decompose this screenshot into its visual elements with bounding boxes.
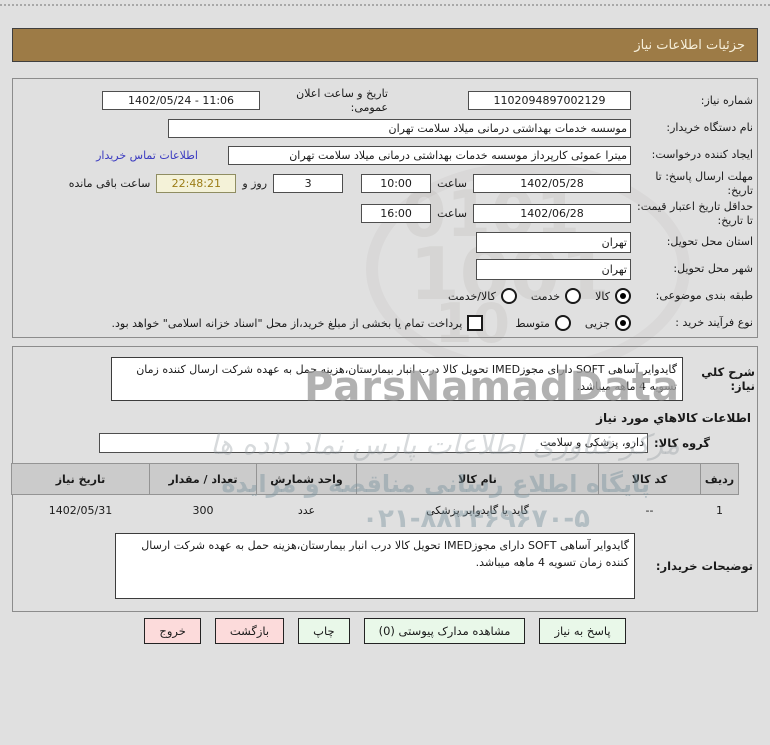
need-description-row: شرح کلي نياز: گایدوایر آساهی SOFT دارای … bbox=[15, 357, 755, 401]
view-attachments-button[interactable]: مشاهده مدارک پیوستی (0) bbox=[363, 618, 526, 644]
radio-goods[interactable] bbox=[615, 288, 631, 304]
validity-date-field[interactable]: 1402/06/28 bbox=[473, 204, 631, 223]
goods-group-field[interactable]: دارو، پزشکی و سلامت bbox=[99, 433, 648, 453]
countdown-timer: 22:48:21 bbox=[156, 174, 237, 193]
top-dotted-divider bbox=[0, 4, 770, 6]
cell-count-unit: عدد bbox=[297, 503, 316, 517]
response-deadline-row: مهلت ارسال پاسخ: تا تاریخ: 1402/05/28 سا… bbox=[17, 169, 753, 199]
radio-service-label: خدمت bbox=[530, 289, 561, 303]
delivery-province-label: استان محل تحویل: bbox=[666, 235, 753, 249]
treasury-checkbox-label: پرداخت تمام یا بخشی از مبلغ خرید،از محل … bbox=[111, 316, 463, 330]
delivery-city-row: شهر محل تحویل: تهران bbox=[17, 256, 753, 283]
radio-goods-service-label: کالا/خدمت bbox=[448, 289, 496, 303]
delivery-city-field[interactable]: تهران bbox=[476, 258, 631, 280]
radio-goods-service[interactable] bbox=[500, 288, 517, 304]
goods-section-title: اطلاعات كالاهاي مورد نياز bbox=[596, 411, 751, 425]
need-info-panel: شماره نیاز: 1102094897002129 تاریخ و ساع… bbox=[12, 78, 758, 338]
purchase-process-label: نوع فرآیند خرید : bbox=[675, 316, 753, 330]
col-header-name: نام کالا bbox=[356, 463, 599, 495]
col-header-date: تاریخ نیاز bbox=[11, 463, 150, 495]
goods-group-label: گروه کالا: bbox=[654, 436, 710, 450]
price-validity-label: حداقل تاریخ اعتبار قیمت: تا تاریخ: bbox=[637, 199, 753, 227]
buyer-notes-box[interactable]: گایدوایر آساهی SOFT دارای مجوزIMED تحویل… bbox=[115, 533, 635, 599]
cell-row-number: 1 bbox=[716, 503, 723, 517]
action-buttons: پاسخ به نیاز مشاهده مدارک پیوستی (0) چاپ… bbox=[12, 618, 758, 644]
deadline-date-field[interactable]: 1402/05/28 bbox=[473, 174, 631, 193]
back-button[interactable]: بازگشت bbox=[214, 618, 285, 644]
radio-minor[interactable] bbox=[615, 315, 631, 331]
goods-group-row: گروه کالا: دارو، پزشکی و سلامت bbox=[15, 433, 755, 453]
response-deadline-label: مهلت ارسال پاسخ: تا تاریخ: bbox=[655, 169, 753, 197]
radio-medium[interactable] bbox=[554, 315, 571, 331]
radio-minor-label: جزیی bbox=[584, 316, 610, 330]
cell-goods-code: -- bbox=[645, 503, 654, 517]
days-remaining-field: 3 bbox=[273, 174, 344, 193]
days-and-label: روز و bbox=[242, 177, 268, 190]
need-number-row: شماره نیاز: 1102094897002129 تاریخ و ساع… bbox=[17, 87, 753, 115]
respond-to-need-button[interactable]: پاسخ به نیاز bbox=[539, 618, 626, 644]
hour-label: ساعت bbox=[437, 177, 467, 190]
cell-goods-name: گاید یا گایدوایر پزشکی bbox=[426, 503, 529, 517]
goods-table-header: ردیف کد کالا نام کالا واحد شمارش تعداد /… bbox=[11, 463, 739, 495]
classification-row: طبقه بندی موضوعی: کالا خدمت کالا/خدمت bbox=[17, 283, 753, 310]
price-validity-row: حداقل تاریخ اعتبار قیمت: تا تاریخ: 1402/… bbox=[17, 199, 753, 229]
announce-datetime-field[interactable]: 1402/05/24 - 11:06 bbox=[102, 91, 260, 111]
buyer-notes-label: توضیحات خریدار: bbox=[655, 559, 753, 573]
page-title: جزئیات اطلاعات نیاز bbox=[12, 28, 758, 62]
exit-button[interactable]: خروج bbox=[144, 618, 201, 644]
col-header-unit: واحد شمارش bbox=[256, 463, 357, 495]
cell-need-date: 1402/05/31 bbox=[48, 503, 113, 517]
buyer-notes-row: توضیحات خریدار: گایدوایر آساهی SOFT دارا… bbox=[15, 533, 755, 599]
col-header-code: کد کالا bbox=[598, 463, 701, 495]
radio-medium-label: متوسط bbox=[515, 316, 550, 330]
goods-info-panel: شرح کلي نياز: گایدوایر آساهی SOFT دارای … bbox=[11, 346, 758, 612]
goods-table: ردیف کد کالا نام کالا واحد شمارش تعداد /… bbox=[11, 463, 739, 525]
need-number-label: شماره نیاز: bbox=[700, 93, 753, 107]
col-header-row: ردیف bbox=[700, 463, 739, 495]
need-description-label: شرح کلي نياز: bbox=[701, 365, 755, 393]
request-creator-label: ایجاد کننده درخواست: bbox=[651, 148, 753, 162]
validity-time-field[interactable]: 16:00 bbox=[361, 204, 432, 223]
deadline-time-field[interactable]: 10:00 bbox=[361, 174, 432, 193]
page-title-text: جزئیات اطلاعات نیاز bbox=[634, 37, 745, 53]
classification-label: طبقه بندی موضوعی: bbox=[655, 289, 753, 303]
hour-label: ساعت bbox=[437, 207, 467, 220]
radio-goods-label: کالا bbox=[595, 289, 610, 303]
delivery-province-row: استان محل تحویل: تهران bbox=[17, 229, 753, 256]
need-description-box[interactable]: گایدوایر آساهی SOFT دارای مجوزIMED تحویل… bbox=[111, 357, 683, 401]
request-creator-field[interactable]: میترا عموئی کارپرداز موسسه خدمات بهداشتی… bbox=[228, 145, 631, 165]
radio-service[interactable] bbox=[565, 288, 582, 304]
time-remaining-label: ساعت باقی مانده bbox=[68, 177, 151, 190]
buyer-org-field[interactable]: موسسه خدمات بهداشتی درمانی میلاد سلامت ت… bbox=[168, 118, 631, 138]
request-creator-row: ایجاد کننده درخواست: میترا عموئی کارپردا… bbox=[17, 142, 753, 169]
treasury-checkbox[interactable] bbox=[467, 315, 484, 331]
print-button[interactable]: چاپ bbox=[298, 618, 350, 644]
need-number-field[interactable]: 1102094897002129 bbox=[468, 91, 631, 111]
buyer-org-label: نام دستگاه خریدار: bbox=[666, 121, 753, 135]
purchase-process-row: نوع فرآیند خرید : جزیی متوسط پرداخت تمام… bbox=[17, 310, 753, 337]
cell-quantity: 300 bbox=[192, 503, 214, 517]
announce-datetime-label: تاریخ و ساعت اعلان عمومی: bbox=[296, 87, 388, 114]
buyer-org-row: نام دستگاه خریدار: موسسه خدمات بهداشتی د… bbox=[17, 115, 753, 142]
buyer-contact-link[interactable]: اطلاعات تماس خریدار bbox=[96, 149, 198, 162]
table-row: 1 -- گاید یا گایدوایر پزشکی عدد 300 1402… bbox=[12, 495, 739, 526]
delivery-province-field[interactable]: تهران bbox=[476, 231, 631, 253]
delivery-city-label: شهر محل تحویل: bbox=[673, 262, 753, 276]
col-header-qty: تعداد / مقدار bbox=[149, 463, 257, 495]
